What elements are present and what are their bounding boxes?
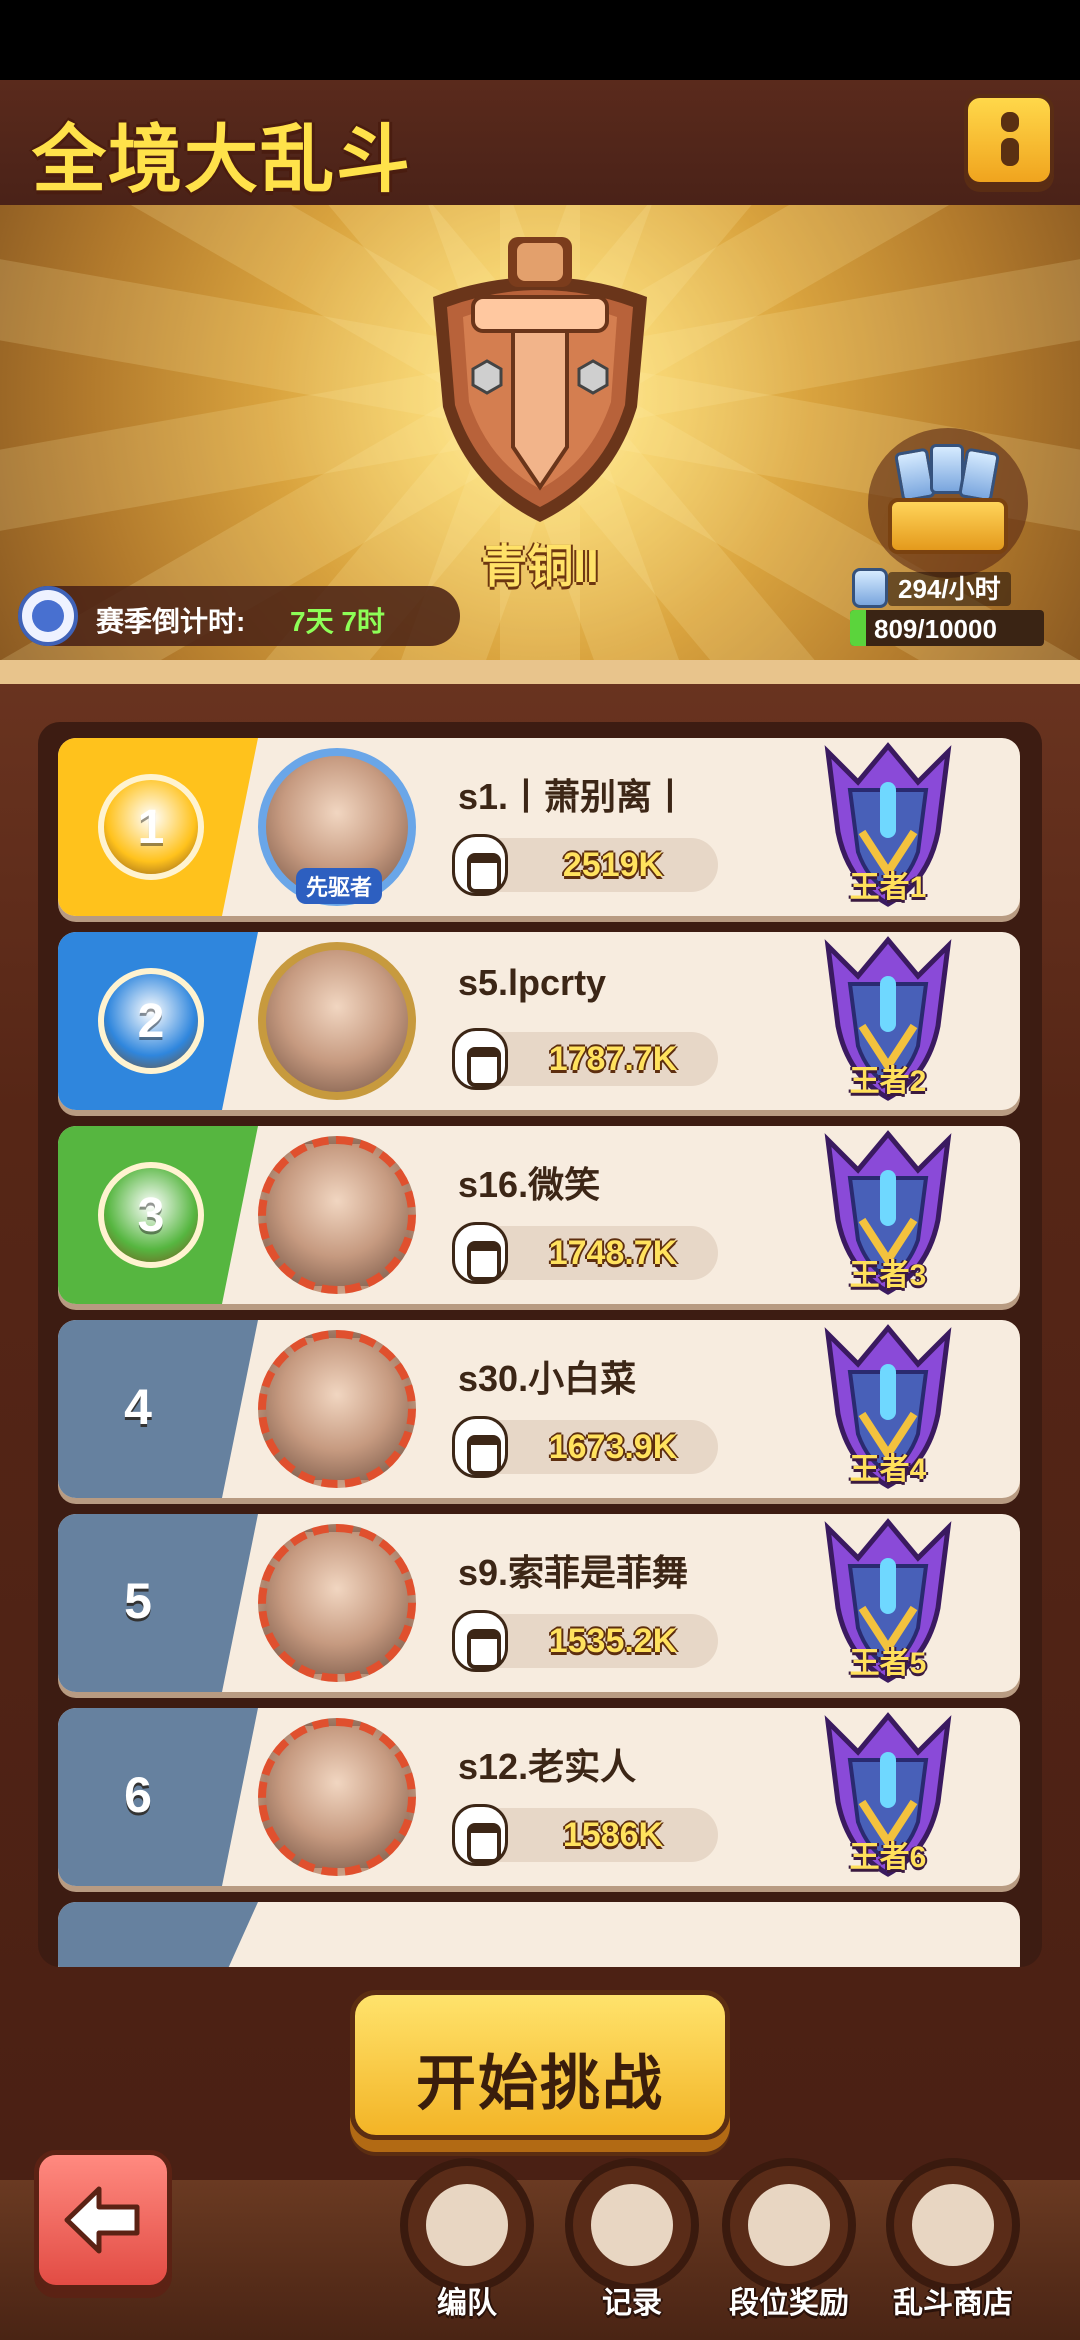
power-value: 2519K bbox=[562, 846, 664, 884]
rank-number: 3 bbox=[137, 1189, 165, 1242]
rank-cell: 5 bbox=[58, 1514, 258, 1692]
nav-item-team[interactable]: 编队 bbox=[400, 2158, 534, 2338]
avatar-tag: 先驱者 bbox=[296, 868, 383, 904]
record-icon bbox=[591, 2184, 673, 2266]
countdown-label: 赛季倒计时: bbox=[96, 606, 246, 637]
nav-label: 乱斗商店 bbox=[893, 2287, 1013, 2320]
table-row[interactable]: 2 s5.lpcrty 1787.7K 王者2 bbox=[58, 932, 1020, 1110]
power-value: 1787.7K bbox=[548, 1040, 678, 1078]
power-box: 1787.7K bbox=[452, 1028, 718, 1090]
power-box: 1748.7K bbox=[452, 1222, 718, 1284]
avatar[interactable] bbox=[258, 1524, 416, 1682]
team-icon bbox=[426, 2184, 508, 2266]
power-value: 1586K bbox=[562, 1816, 664, 1854]
tier-label: 王者4 bbox=[849, 1453, 927, 1486]
rank-number: 5 bbox=[124, 1573, 152, 1629]
back-arrow-icon bbox=[64, 2186, 140, 2254]
power-value: 1673.9K bbox=[548, 1428, 678, 1466]
power-value: 1748.7K bbox=[548, 1234, 678, 1272]
rank-medal-icon: 1 bbox=[98, 774, 204, 880]
treasure-chest-icon bbox=[888, 498, 1008, 554]
power-box: 1535.2K bbox=[452, 1610, 718, 1672]
rank-medal-icon: 3 bbox=[98, 1162, 204, 1268]
table-row[interactable]: 6 s12.老实人 1586K 王者6 bbox=[58, 1708, 1020, 1886]
tier-label: 王者1 bbox=[849, 871, 927, 904]
nav-item-shop[interactable]: 乱斗商店 bbox=[886, 2158, 1020, 2338]
reward-rate: 294/小时 bbox=[852, 568, 1042, 608]
player-name: s16.微笑 bbox=[458, 1164, 601, 1205]
season-countdown: 赛季倒计时: 7天 7时 bbox=[18, 586, 460, 646]
card-icon bbox=[852, 568, 888, 608]
player-name: s9.索菲是菲舞 bbox=[458, 1552, 689, 1593]
info-icon bbox=[1001, 112, 1019, 132]
reward-chest[interactable] bbox=[868, 428, 1028, 578]
nav-label: 记录 bbox=[602, 2287, 662, 2320]
rank-reward-icon bbox=[748, 2184, 830, 2266]
fist-icon bbox=[452, 1610, 508, 1672]
player-name: s12.老实人 bbox=[458, 1746, 637, 1787]
table-row[interactable]: 3 s16.微笑 1748.7K 王者3 bbox=[58, 1126, 1020, 1304]
tier-label: 王者2 bbox=[849, 1065, 927, 1098]
info-button[interactable] bbox=[964, 94, 1054, 186]
fist-icon bbox=[452, 1804, 508, 1866]
fist-icon bbox=[452, 1222, 508, 1284]
nav-item-record[interactable]: 记录 bbox=[565, 2158, 699, 2338]
countdown-value: 7天 7时 bbox=[290, 606, 385, 637]
start-challenge-label: 开始挑战 bbox=[416, 2050, 664, 2117]
back-button[interactable] bbox=[34, 2150, 172, 2290]
avatar[interactable] bbox=[258, 1718, 416, 1876]
clock-icon bbox=[18, 586, 78, 646]
fist-icon bbox=[452, 834, 508, 896]
leaderboard-list[interactable]: 1 先驱者 s1.丨萧别离丨 2519K 王者1 2 s5.lpcrty 1787.7K 王者2… bbox=[38, 722, 1042, 1967]
avatar[interactable] bbox=[258, 1136, 416, 1294]
table-row[interactable]: 1 先驱者 s1.丨萧别离丨 2519K 王者1 bbox=[58, 738, 1020, 916]
shop-icon bbox=[912, 2184, 994, 2266]
avatar[interactable] bbox=[258, 942, 416, 1100]
rank-number: 1 bbox=[137, 801, 165, 854]
player-name: s1.丨萧别离丨 bbox=[458, 776, 689, 817]
tier-label: 王者5 bbox=[849, 1647, 927, 1680]
rank-cell: 4 bbox=[58, 1320, 258, 1498]
table-row[interactable]: 4 s30.小白菜 1673.9K 王者4 bbox=[58, 1320, 1020, 1498]
power-box: 1586K bbox=[452, 1804, 718, 1866]
rank-cell: 2 bbox=[58, 932, 258, 1110]
player-name: s5.lpcrty bbox=[458, 962, 607, 1003]
reward-rate-text: 294/小时 bbox=[888, 572, 1011, 606]
nav-label: 段位奖励 bbox=[729, 2287, 849, 2320]
status-bar bbox=[0, 0, 1080, 80]
nav-item-rank-reward[interactable]: 段位奖励 bbox=[722, 2158, 856, 2338]
rank-number: 2 bbox=[137, 995, 165, 1048]
board-edge bbox=[0, 660, 1080, 684]
rank-cell: 3 bbox=[58, 1126, 258, 1304]
fist-icon bbox=[452, 1416, 508, 1478]
rank-number: 4 bbox=[124, 1379, 152, 1435]
avatar[interactable] bbox=[258, 1330, 416, 1488]
start-challenge-button[interactable]: 开始挑战 bbox=[350, 1990, 730, 2140]
tier-label: 王者3 bbox=[849, 1259, 927, 1292]
rank-cell: 1 bbox=[58, 738, 258, 916]
table-row-partial bbox=[58, 1902, 1020, 1967]
reward-progress-fill bbox=[850, 610, 866, 646]
avatar[interactable]: 先驱者 bbox=[258, 748, 416, 906]
tier-label: 王者6 bbox=[849, 1841, 927, 1874]
power-box: 1673.9K bbox=[452, 1416, 718, 1478]
nav-label: 编队 bbox=[437, 2287, 497, 2320]
rank-medal-icon: 2 bbox=[98, 968, 204, 1074]
reward-progress-text: 809/10000 bbox=[874, 614, 997, 644]
rank-cell: 6 bbox=[58, 1708, 258, 1886]
player-name: s30.小白菜 bbox=[458, 1358, 637, 1399]
rank-number: 6 bbox=[124, 1767, 152, 1823]
fist-icon bbox=[452, 1028, 508, 1090]
power-value: 1535.2K bbox=[548, 1622, 678, 1660]
bronze-rank-badge-icon bbox=[433, 237, 647, 522]
reward-progress-bar: 809/10000 bbox=[850, 610, 1044, 646]
power-box: 2519K bbox=[452, 834, 718, 896]
page-title: 全境大乱斗 bbox=[32, 118, 412, 201]
table-row[interactable]: 5 s9.索菲是菲舞 1535.2K 王者5 bbox=[58, 1514, 1020, 1692]
